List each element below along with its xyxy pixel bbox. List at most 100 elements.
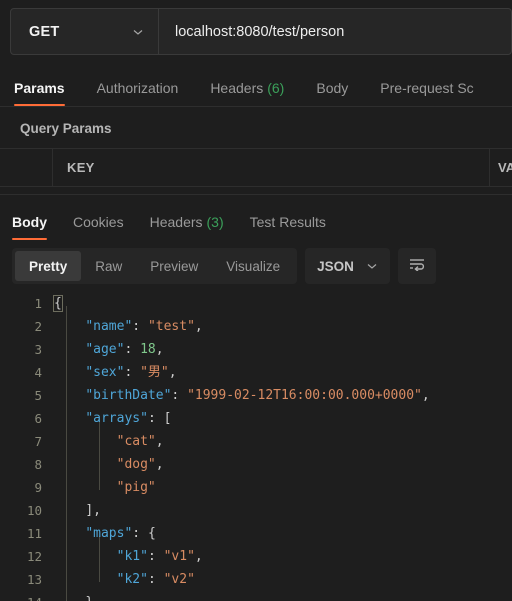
tab-body-response[interactable]: Body — [12, 214, 47, 240]
word-wrap-button[interactable] — [397, 248, 436, 284]
code-line-content: "maps": { — [54, 522, 155, 545]
tab-headers-response-label: Headers — [149, 214, 203, 230]
response-body-code[interactable]: 1{2 "name": "test", 3 "age": 18, 4 "sex": … — [0, 292, 512, 601]
code-token: : — [147, 549, 164, 564]
code-line-content: "name": "test", — [54, 315, 203, 338]
line-number: 13 — [26, 572, 42, 587]
code-token: 18 — [140, 342, 156, 357]
line-number: 8 — [34, 457, 42, 472]
url-input[interactable]: localhost:8080/test/person — [159, 9, 511, 54]
tab-headers-request[interactable]: Headers (6) — [210, 80, 284, 106]
response-toolbar: Pretty Raw Preview Visualize JSON — [0, 240, 512, 292]
line-number: 4 — [34, 365, 42, 380]
code-line: 10 ], — [0, 499, 512, 522]
tab-params[interactable]: Params — [14, 80, 65, 106]
tab-body-request-label: Body — [316, 80, 349, 96]
tab-test-results-label: Test Results — [249, 214, 326, 230]
tab-test-results[interactable]: Test Results — [250, 214, 326, 240]
code-token: : — [171, 388, 188, 403]
view-mode-raw[interactable]: Raw — [81, 251, 136, 281]
request-url-bar: GET localhost:8080/test/person — [10, 8, 512, 55]
code-token: , — [194, 319, 203, 334]
code-token: , — [421, 388, 430, 403]
response-tabs: Body Cookies Headers (3) Test Results — [0, 202, 512, 240]
line-number: 3 — [34, 342, 42, 357]
code-token: "dog" — [116, 457, 156, 472]
code-token: "cat" — [116, 434, 156, 449]
pane-divider[interactable] — [0, 195, 512, 202]
code-token: : — [147, 411, 164, 426]
tab-headers-request-label: Headers — [210, 80, 264, 96]
code-token: "v1" — [163, 549, 195, 564]
code-token: "birthDate" — [85, 388, 172, 403]
line-number: 2 — [34, 319, 42, 334]
tab-pre-request-script[interactable]: Pre-request Sc — [380, 80, 473, 106]
code-token: , — [155, 434, 164, 449]
code-line-content: "dog", — [54, 453, 164, 476]
code-line-content: ], — [54, 499, 101, 522]
view-mode-preview-label: Preview — [150, 258, 199, 274]
code-line-content: "age": 18, — [54, 338, 164, 361]
code-line: 12 "k1": "v1", — [0, 545, 512, 568]
view-mode-pretty-label: Pretty — [29, 258, 68, 274]
code-line-content: "k1": "v1", — [54, 545, 203, 568]
tab-body-request[interactable]: Body — [316, 80, 348, 106]
code-token: "name" — [85, 319, 133, 334]
view-mode-preview[interactable]: Preview — [136, 251, 212, 281]
line-number: 14 — [0, 591, 54, 601]
code-token: , — [155, 342, 164, 357]
tab-authorization-label: Authorization — [96, 80, 179, 96]
chevron-down-icon — [366, 260, 378, 272]
code-token: [ — [163, 411, 172, 426]
tab-cookies[interactable]: Cookies — [73, 214, 124, 240]
code-line-content: "sex": "男", — [54, 361, 176, 384]
line-number: 7 — [34, 434, 42, 449]
http-method-select[interactable]: GET — [11, 9, 159, 54]
request-tabs: Params Authorization Headers (6) Body Pre… — [0, 65, 512, 107]
query-params-header-row: KEY VA — [0, 149, 512, 187]
query-params-value-header: VA — [498, 160, 512, 175]
line-number: 12 — [26, 549, 42, 564]
response-format-select[interactable]: JSON — [305, 248, 390, 284]
view-mode-raw-label: Raw — [95, 258, 123, 274]
view-mode-pretty[interactable]: Pretty — [15, 251, 82, 281]
tab-pre-request-script-label: Pre-request Sc — [380, 80, 474, 96]
query-params-checkbox-column[interactable] — [0, 149, 53, 186]
query-params-key-header: KEY — [53, 149, 490, 186]
code-line-content: "arrays": [ — [54, 407, 171, 430]
code-token: "age" — [85, 342, 125, 357]
code-token: : — [124, 365, 141, 380]
chevron-down-icon — [132, 26, 144, 38]
code-line: 9 "pig" — [0, 476, 512, 499]
code-token: "1999-02-12T16:00:00.000+0000" — [187, 388, 422, 403]
response-format-label: JSON — [317, 258, 354, 274]
code-token: "maps" — [85, 526, 133, 541]
view-mode-visualize[interactable]: Visualize — [212, 251, 294, 281]
code-line: 11 "maps": { — [0, 522, 512, 545]
code-line-content: "pig" — [54, 476, 156, 499]
code-line: 14 }, — [0, 591, 512, 601]
code-token: : — [132, 526, 148, 541]
code-token: "k2" — [116, 572, 148, 587]
code-line-content: { — [53, 292, 63, 315]
line-number: 11 — [26, 526, 42, 541]
http-method-label: GET — [29, 23, 60, 40]
line-number: 10 — [26, 503, 42, 518]
query-params-empty-row[interactable] — [0, 187, 512, 195]
code-line: 2 "name": "test", — [0, 315, 512, 338]
tab-headers-response[interactable]: Headers (3) — [150, 214, 224, 240]
code-token: "男" — [140, 365, 169, 380]
code-line: 4 "sex": "男", — [0, 361, 512, 384]
line-number: 1 — [34, 296, 42, 311]
tab-authorization[interactable]: Authorization — [97, 80, 179, 106]
code-token: { — [53, 295, 63, 312]
code-token: , — [155, 457, 164, 472]
